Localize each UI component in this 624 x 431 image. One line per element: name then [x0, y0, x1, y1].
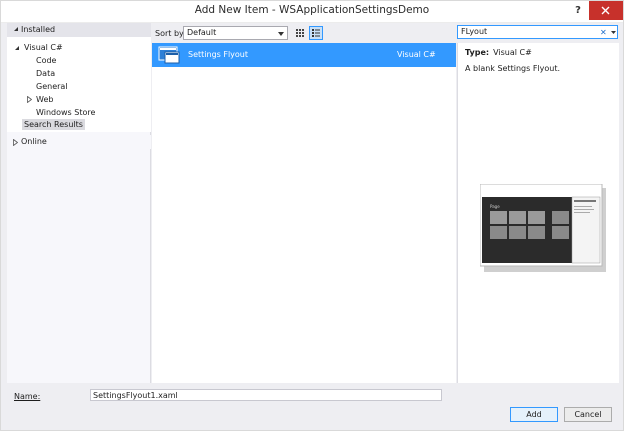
- dropdown-arrow-icon: [278, 32, 284, 36]
- cancel-button[interactable]: Cancel: [564, 407, 612, 422]
- add-button[interactable]: Add: [510, 407, 558, 422]
- collapse-arrow-icon: [14, 27, 18, 31]
- template-list: Settings Flyout Visual C#: [152, 43, 456, 383]
- template-language: Visual C#: [397, 50, 436, 59]
- dropdown-arrow-icon[interactable]: [611, 31, 616, 34]
- sort-by-dropdown[interactable]: Default: [183, 26, 288, 40]
- search-value: FLyout: [461, 27, 488, 36]
- template-name: Settings Flyout: [188, 50, 249, 59]
- template-tree: Installed Visual C# Code Data General We…: [7, 23, 151, 383]
- list-toolbar: Sort by: Default: [152, 23, 456, 43]
- help-button[interactable]: ?: [570, 3, 586, 19]
- name-field[interactable]: [90, 389, 442, 401]
- collapsed-arrow-icon: [13, 139, 18, 146]
- template-details: Type: Visual C# A blank Settings Flyout. …: [457, 43, 619, 383]
- type-label: Type:: [465, 48, 490, 57]
- installed-tree-body: Visual C# Code Data General Web Windows …: [7, 37, 151, 132]
- list-item[interactable]: Settings Flyout Visual C#: [152, 43, 456, 67]
- installed-label: Installed: [21, 25, 56, 34]
- expanded-arrow-icon: [15, 46, 19, 50]
- close-button[interactable]: [589, 1, 623, 20]
- template-description: A blank Settings Flyout.: [465, 64, 561, 73]
- list-view-button[interactable]: [309, 26, 323, 40]
- tree-item-visual-csharp[interactable]: Visual C#: [24, 42, 63, 53]
- template-preview-image: Page: [480, 184, 606, 272]
- settings-flyout-template-icon: [158, 46, 180, 64]
- list-view-icon: [312, 29, 320, 37]
- add-new-item-dialog: Add New Item - WSApplicationSettingsDemo…: [0, 0, 624, 431]
- tree-item-general[interactable]: General: [36, 81, 68, 92]
- tree-item-web[interactable]: Web: [36, 94, 53, 105]
- grid-view-icon: [296, 29, 304, 37]
- sort-by-label: Sort by:: [155, 29, 186, 38]
- type-row: Type: Visual C#: [465, 48, 532, 57]
- sort-by-value: Default: [187, 28, 217, 37]
- tree-item-search-results[interactable]: Search Results: [22, 119, 85, 130]
- tree-item-code[interactable]: Code: [36, 55, 56, 66]
- clear-search-icon[interactable]: ✕: [600, 28, 607, 37]
- tree-item-data[interactable]: Data: [36, 68, 55, 79]
- tree-item-windows-store[interactable]: Windows Store: [36, 107, 95, 118]
- small-icons-view-button[interactable]: [293, 26, 307, 40]
- search-installed-templates-input[interactable]: FLyout ✕: [457, 25, 618, 39]
- installed-header[interactable]: Installed: [7, 23, 151, 37]
- online-node[interactable]: Online: [7, 135, 151, 149]
- preview-page-title: Page: [490, 204, 500, 209]
- online-label: Online: [21, 137, 47, 146]
- title-bar: Add New Item - WSApplicationSettingsDemo…: [1, 1, 623, 23]
- dialog-title: Add New Item - WSApplicationSettingsDemo: [194, 4, 430, 16]
- collapsed-arrow-icon: [27, 96, 32, 103]
- close-icon: [601, 6, 610, 15]
- name-label: Name:: [14, 392, 41, 401]
- type-value: Visual C#: [493, 48, 532, 57]
- name-input[interactable]: [91, 390, 441, 400]
